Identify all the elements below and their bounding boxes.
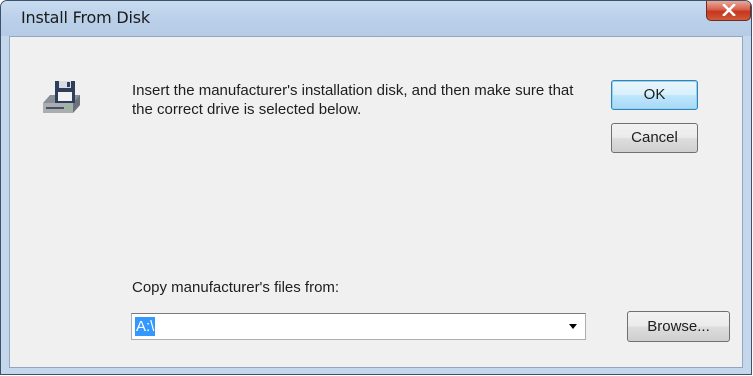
source-path-combobox[interactable]: A:\ [131, 313, 586, 340]
window-title: Install From Disk [21, 8, 150, 27]
close-button[interactable] [706, 1, 751, 21]
chevron-down-icon[interactable] [569, 324, 577, 329]
copy-files-label: Copy manufacturer's files from: [132, 279, 340, 296]
install-from-disk-dialog: Install From Disk Insert the manufacture… [0, 0, 752, 375]
instruction-text: Insert the manufacturer's installation d… [132, 82, 574, 118]
ok-button[interactable]: OK [611, 80, 698, 110]
browse-button[interactable]: Browse... [627, 311, 730, 342]
cancel-button[interactable]: Cancel [611, 123, 698, 153]
source-path-input[interactable]: A:\ [135, 317, 156, 336]
dialog-body: Insert the manufacturer's installation d… [9, 36, 743, 368]
close-icon [722, 4, 736, 16]
floppy-disk-drive-icon [43, 81, 80, 113]
title-bar[interactable]: Install From Disk [1, 1, 751, 36]
